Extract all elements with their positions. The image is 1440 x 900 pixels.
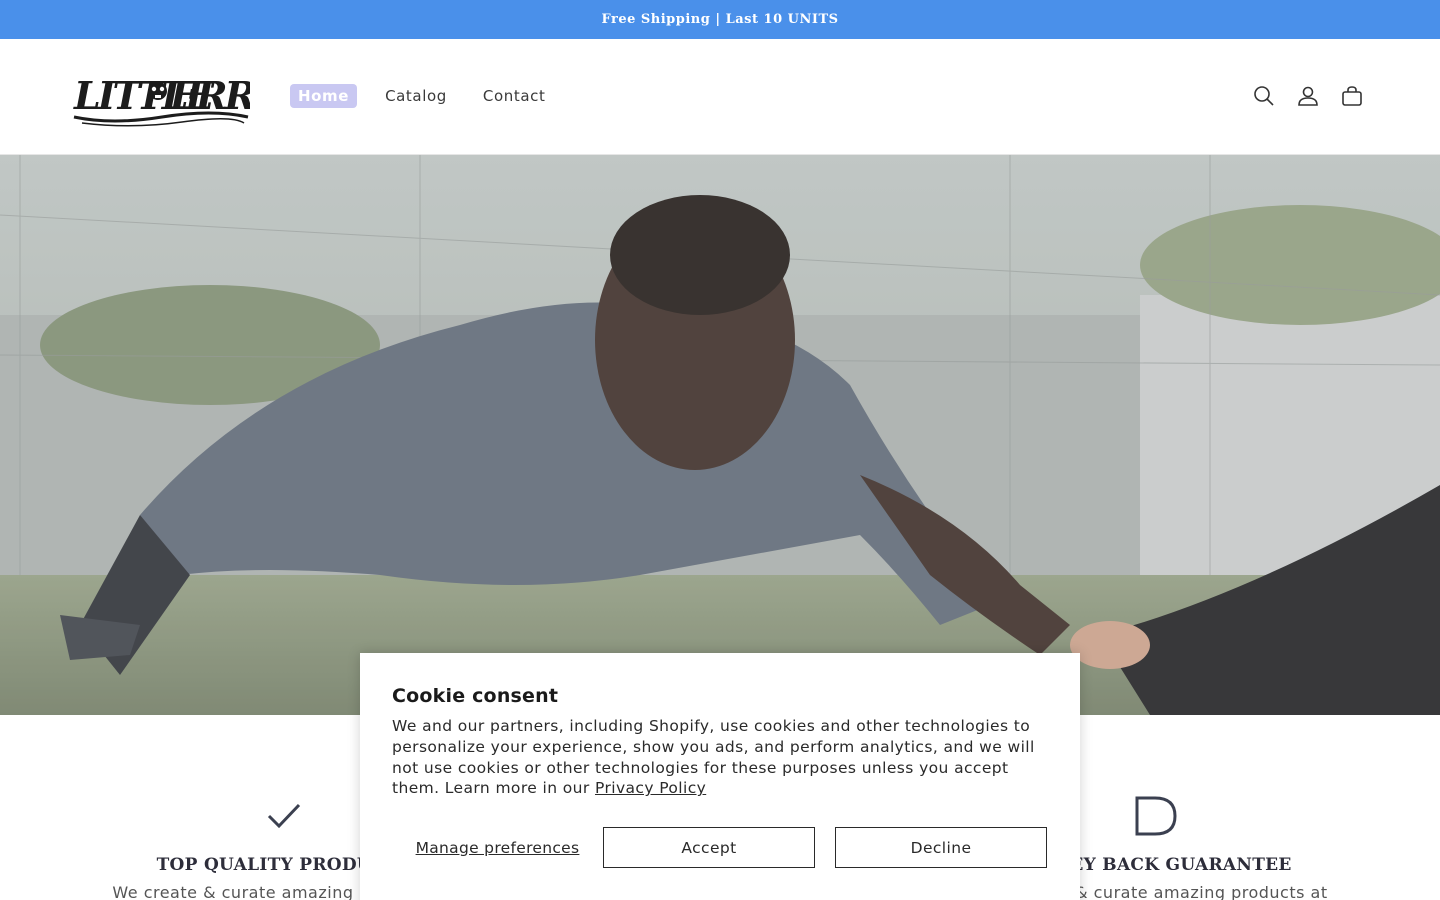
announcement-bar: Free Shipping | Last 10 UNITS [0, 0, 1440, 39]
site-header: LITTLE ERRY Home Catalog Contact [0, 39, 1440, 155]
cookie-consent-dialog: Cookie consent We and our partners, incl… [360, 653, 1080, 900]
svg-text:ERRY: ERRY [169, 73, 250, 118]
site-logo[interactable]: LITTLE ERRY [72, 67, 250, 129]
cookie-body: We and our partners, including Shopify, … [392, 716, 1052, 799]
header-icons [1252, 84, 1364, 108]
search-icon[interactable] [1252, 84, 1276, 108]
nav-contact[interactable]: Contact [475, 84, 554, 108]
account-icon[interactable] [1296, 84, 1320, 108]
cart-icon[interactable] [1340, 84, 1364, 108]
hero-photo [0, 155, 1440, 715]
manage-preferences-button[interactable]: Manage preferences [392, 839, 603, 857]
main-nav: Home Catalog Contact [290, 84, 553, 108]
nav-home[interactable]: Home [290, 84, 358, 108]
cookie-body-text: We and our partners, including Shopify, … [392, 717, 1035, 798]
announcement-text: Free Shipping | Last 10 UNITS [601, 12, 839, 27]
logo-image: LITTLE ERRY [73, 73, 250, 127]
decline-button[interactable]: Decline [835, 827, 1047, 868]
nav-catalog[interactable]: Catalog [377, 84, 455, 108]
cookie-title: Cookie consent [392, 685, 559, 707]
privacy-policy-link[interactable]: Privacy Policy [595, 779, 706, 797]
hero-image [0, 155, 1440, 715]
cookie-actions: Manage preferences Accept Decline [392, 827, 1048, 868]
accept-button[interactable]: Accept [603, 827, 815, 868]
